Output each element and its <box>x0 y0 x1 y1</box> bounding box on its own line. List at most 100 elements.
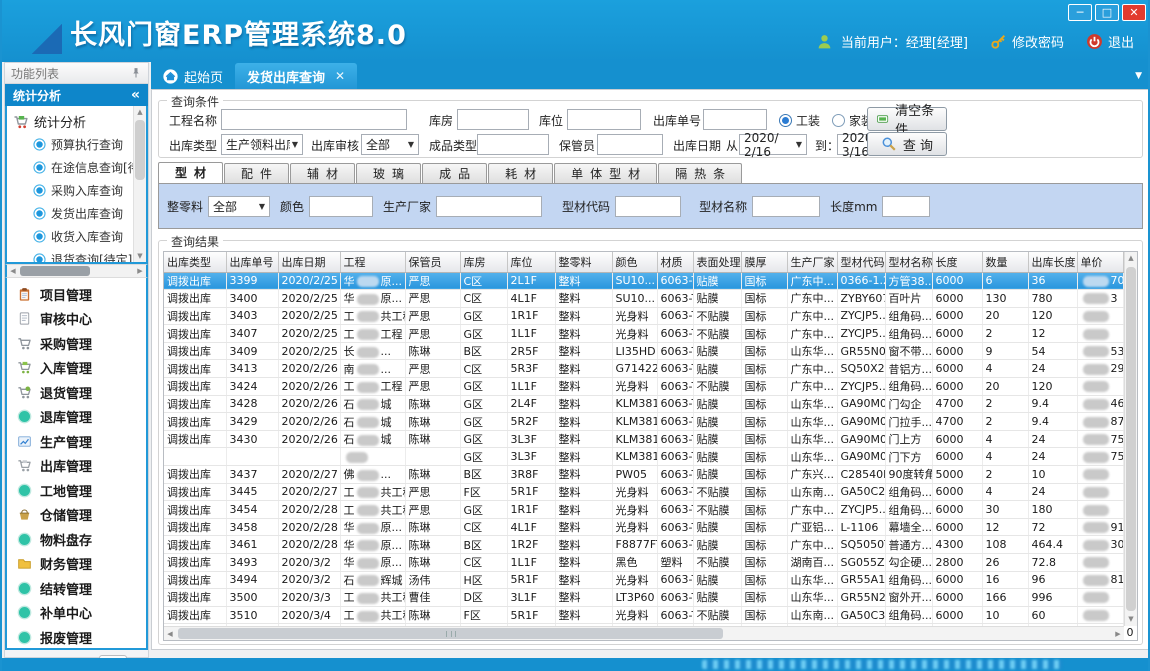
product-type-input[interactable] <box>477 134 549 155</box>
material-tab-玻璃[interactable]: 玻璃 <box>356 163 421 184</box>
sidebar-item-财务管理[interactable]: 财务管理 <box>7 552 146 577</box>
scroll-up-icon[interactable]: ▲ <box>134 106 146 118</box>
table-row[interactable]: 调拨出库34132020/2/26南...严思C区5R3F整料G71422606… <box>164 360 1138 378</box>
scroll-thumb[interactable] <box>20 266 90 276</box>
table-row[interactable]: 调拨出库35002020/3/3工共工程曹佳D区3L1F整料LT3P606063… <box>164 589 1138 607</box>
table-row[interactable]: 调拨出库34282020/2/26石城陈琳G区2L4F整料KLM38176063… <box>164 395 1138 413</box>
radio-gongzhuang[interactable] <box>779 114 792 127</box>
tree-item[interactable]: 预算执行查询 <box>13 133 144 156</box>
table-row[interactable]: 调拨出库34002020/2/25华原...严思C区4L1F整料SU10...6… <box>164 290 1138 308</box>
table-row[interactable]: 调拨出库34542020/2/28工共工程严思G区1R1F整料光身料6063-T… <box>164 501 1138 519</box>
sidebar-item-仓储管理[interactable]: 仓储管理 <box>7 503 146 528</box>
whole-piece-select[interactable]: 全部▼ <box>208 196 270 217</box>
material-tab-隔热条[interactable]: 隔热条 <box>658 163 742 184</box>
scroll-down-icon[interactable]: ▼ <box>134 250 146 262</box>
table-row[interactable]: 调拨出库34932020/3/2华原...陈琳C区1L1F整料黑色塑料不贴膜国标… <box>164 554 1138 572</box>
scroll-thumb[interactable] <box>135 120 145 180</box>
logout-button[interactable]: 退出 <box>1086 32 1134 51</box>
column-header-qty[interactable]: 数量 <box>982 252 1028 272</box>
column-header-mfr[interactable]: 生产厂家 <box>787 252 837 272</box>
sidebar-item-生产管理[interactable]: 生产管理 <box>7 429 146 454</box>
table-row[interactable]: 调拨出库34372020/2/27佛...陈琳B区3R8F整料PW056063-… <box>164 466 1138 484</box>
tree-item[interactable]: 发货出库查询 <box>13 202 144 225</box>
table-row[interactable]: 调拨出库34452020/2/27工共工程严思F区5R1F整料光身料6063-T… <box>164 483 1138 501</box>
table-row[interactable]: 调拨出库35102020/3/4工共工程陈琳F区5R1F整料光身料6063-T5… <box>164 606 1138 624</box>
material-tab-耗材[interactable]: 耗材 <box>488 163 553 184</box>
column-header-mat[interactable]: 材质 <box>657 252 693 272</box>
minimize-button[interactable]: ─ <box>1068 4 1092 21</box>
tree-item[interactable]: 退货查询[待定] <box>13 248 144 264</box>
table-row[interactable]: 调拨出库34942020/3/2石辉城汤伟H区5R1F整料光身料6063-T5贴… <box>164 571 1138 589</box>
column-header-loc[interactable]: 库位 <box>507 252 555 272</box>
collapse-icon[interactable]: « <box>131 87 140 103</box>
profile-name-input[interactable] <box>752 196 820 217</box>
material-tab-单体型材[interactable]: 单体型材 <box>554 163 657 184</box>
sidebar-item-退货管理[interactable]: 退货管理 <box>7 380 146 405</box>
tree-horizontal-scrollbar[interactable]: ◀ ▶ <box>5 264 148 278</box>
close-button[interactable]: ✕ <box>1122 4 1146 21</box>
column-header-proj[interactable]: 工程 <box>340 252 405 272</box>
change-password-button[interactable]: 修改密码 <box>990 32 1064 51</box>
date-from-select[interactable]: 2020/ 2/16▼ <box>739 134 807 155</box>
grid-vertical-scrollbar[interactable]: ▲ ▼ <box>1124 252 1137 626</box>
sidebar-item-采购管理[interactable]: 采购管理 <box>7 331 146 356</box>
scroll-thumb[interactable] <box>1126 267 1136 611</box>
column-header-col[interactable]: 颜色 <box>612 252 657 272</box>
order-no-input[interactable] <box>703 109 767 130</box>
column-header-no[interactable]: 出库单号 <box>226 252 278 272</box>
column-header-olen[interactable]: 出库长度 <box>1028 252 1077 272</box>
maximize-button[interactable]: □ <box>1095 4 1119 21</box>
table-row[interactable]: 调拨出库34032020/2/25工共工程严思G区1R1F整料光身料6063-T… <box>164 307 1138 325</box>
sidebar-item-入库管理[interactable]: 入库管理 <box>7 356 146 381</box>
tab-outbound-query[interactable]: 发货出库查询 ✕ <box>235 63 357 89</box>
tab-home[interactable]: 起始页 <box>151 63 235 89</box>
warehouse-input[interactable] <box>457 109 529 130</box>
grid-horizontal-scrollbar[interactable]: ◀ ▶ <box>164 626 1124 640</box>
length-input[interactable] <box>882 196 930 217</box>
material-tab-辅材[interactable]: 辅材 <box>290 163 355 184</box>
column-header-name[interactable]: 型材名称 <box>885 252 932 272</box>
column-header-len[interactable]: 长度 <box>932 252 982 272</box>
table-row[interactable]: 调拨出库34612020/2/28华原...陈琳B区1R2F整料F8877FT6… <box>164 536 1138 554</box>
audit-select[interactable]: 全部▼ <box>361 134 419 155</box>
column-header-film[interactable]: 膜厚 <box>741 252 787 272</box>
scroll-right-icon[interactable]: ▶ <box>1112 628 1124 640</box>
radio-jiazhuang[interactable] <box>832 114 845 127</box>
scroll-thumb[interactable] <box>178 628 723 639</box>
tree-root-item[interactable]: 统计分析 <box>13 110 144 133</box>
column-header-code[interactable]: 型材代码 <box>837 252 885 272</box>
tree-vertical-scrollbar[interactable]: ▲ ▼ <box>133 106 146 262</box>
column-header-kp[interactable]: 保管员 <box>405 252 460 272</box>
sidebar-item-报废管理[interactable]: 报废管理 <box>7 625 146 650</box>
sidebar-item-退库管理[interactable]: 退库管理 <box>7 405 146 430</box>
table-row[interactable]: 调拨出库34302020/2/26石城陈琳G区3L3F整料KLM38176063… <box>164 430 1138 448</box>
column-header-type[interactable]: 出库类型 <box>164 252 226 272</box>
scroll-left-icon[interactable]: ◀ <box>7 265 19 277</box>
project-name-input[interactable] <box>221 109 407 130</box>
sidebar-item-工地管理[interactable]: 工地管理 <box>7 478 146 503</box>
search-button[interactable]: 查 询 <box>867 132 947 156</box>
table-row[interactable]: 调拨出库34292020/2/26石城陈琳G区5R2F整料KLM38176063… <box>164 413 1138 431</box>
table-row[interactable]: 调拨出库34092020/2/25长...陈琳B区2R5F整料LI35HD606… <box>164 342 1138 360</box>
tree-item[interactable]: 收货入库查询 <box>13 225 144 248</box>
material-tab-配件[interactable]: 配件 <box>224 163 289 184</box>
column-header-date[interactable]: 出库日期 <box>278 252 340 272</box>
manufacturer-input[interactable] <box>436 196 542 217</box>
column-header-price[interactable]: 单价 <box>1077 252 1123 272</box>
scroll-down-icon[interactable]: ▼ <box>1125 613 1137 626</box>
material-tab-成品[interactable]: 成品 <box>422 163 487 184</box>
sidebar-item-项目管理[interactable]: 项目管理 <box>7 282 146 307</box>
location-input[interactable] <box>567 109 641 130</box>
pin-icon[interactable] <box>130 67 142 79</box>
tree-item[interactable]: 采购入库查询 <box>13 179 144 202</box>
tab-close-icon[interactable]: ✕ <box>335 69 345 83</box>
scroll-up-icon[interactable]: ▲ <box>1125 252 1137 265</box>
sidebar-item-补单中心[interactable]: 补单中心 <box>7 601 146 626</box>
table-row[interactable]: 调拨出库33992020/2/25华原...严思C区2L1F整料SU10...6… <box>164 272 1138 290</box>
tree-item[interactable]: 在途信息查询[待 <box>13 156 144 179</box>
scroll-left-icon[interactable]: ◀ <box>164 628 176 640</box>
keeper-input[interactable] <box>597 134 663 155</box>
table-row[interactable]: 调拨出库34582020/2/28华原...陈琳C区4L1F整料光身料6063-… <box>164 518 1138 536</box>
color-input[interactable] <box>309 196 373 217</box>
table-row[interactable]: 调拨出库34072020/2/25工工程严思G区1L1F整料光身料6063-T5… <box>164 325 1138 343</box>
